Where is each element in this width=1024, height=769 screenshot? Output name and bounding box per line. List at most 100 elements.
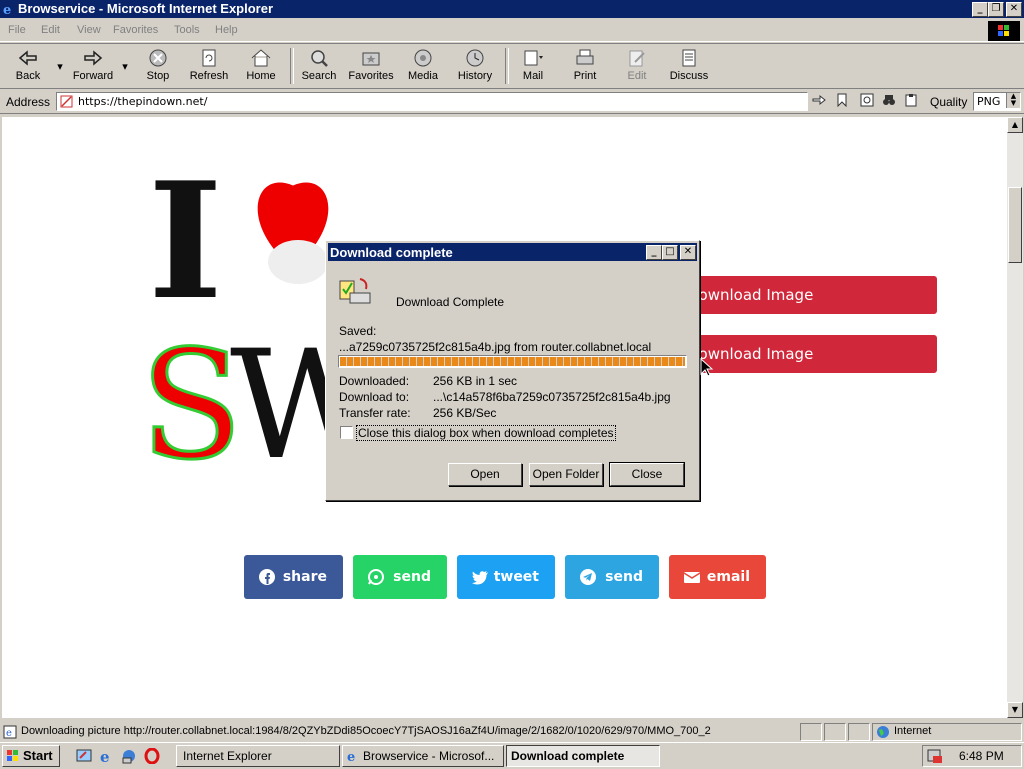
quality-select[interactable]: PNG ▲ ▼ (973, 92, 1021, 111)
svg-text:e: e (6, 728, 12, 739)
address-label: Address (6, 95, 51, 109)
back-button[interactable]: Back (8, 46, 48, 86)
open-folder-button[interactable]: Open Folder (529, 463, 603, 486)
menu-tools[interactable]: Tools (174, 24, 200, 36)
svg-text:I: I (148, 157, 223, 335)
refresh-icon (202, 49, 216, 67)
status-bar: e Downloading picture http://router.coll… (0, 722, 1024, 742)
taskbar-item-download[interactable]: Download complete (506, 745, 660, 767)
history-button[interactable]: History (454, 46, 496, 86)
network-quicklaunch-icon[interactable] (121, 748, 137, 764)
tray-app-icon[interactable] (927, 748, 943, 764)
svg-text:e: e (347, 750, 355, 763)
back-dropdown[interactable]: ▾ (55, 46, 65, 86)
download-progress-bar (338, 355, 687, 368)
close-when-done-label[interactable]: Close this dialog box when download comp… (356, 425, 616, 441)
print-button[interactable]: Print (566, 46, 604, 86)
scroll-thumb[interactable] (1008, 187, 1022, 263)
quality-spinner[interactable]: ▲ ▼ (1006, 93, 1020, 108)
history-icon (466, 49, 484, 67)
clipboard-icon[interactable] (904, 93, 918, 107)
page-icon (60, 95, 73, 108)
search-button[interactable]: Search (298, 46, 340, 86)
home-button[interactable]: Home (242, 46, 280, 86)
bookmark-icon[interactable] (835, 93, 849, 107)
dialog-title-bar[interactable]: Download complete _ □ ✕ (328, 243, 697, 261)
stop-button[interactable]: Stop (140, 46, 176, 86)
download-image-button-1[interactable]: Download Image (667, 276, 937, 314)
vertical-scrollbar[interactable]: ▲ ▼ (1007, 117, 1023, 718)
refresh-button[interactable]: Refresh (186, 46, 232, 86)
mail-button[interactable]: Mail (514, 46, 552, 86)
forward-dropdown[interactable]: ▾ (120, 46, 130, 86)
close-button[interactable]: Close (609, 462, 685, 487)
minimize-button[interactable]: _ (972, 2, 988, 17)
dialog-close-x-button[interactable]: ✕ (680, 245, 696, 260)
download-complete-icon (339, 278, 371, 304)
favorites-button[interactable]: Favorites (346, 46, 396, 86)
find-binoculars-icon[interactable] (882, 93, 896, 107)
zone-pane: Internet (872, 723, 1022, 741)
close-when-done-checkbox[interactable] (340, 426, 353, 439)
discuss-button[interactable]: Discuss (668, 46, 710, 86)
envelope-icon (683, 572, 701, 583)
back-arrow-icon (18, 50, 37, 66)
media-button[interactable]: Media (404, 46, 442, 86)
scroll-up-button[interactable]: ▲ (1007, 117, 1023, 133)
restore-button[interactable]: ❐ (988, 2, 1004, 17)
menu-file[interactable]: File (8, 24, 26, 36)
menu-help[interactable]: Help (215, 24, 238, 36)
standard-toolbar: Back ▾ Forward ▾ Stop Refresh Home Searc… (0, 43, 1024, 89)
whatsapp-send-button[interactable]: send (353, 555, 447, 599)
opera-quicklaunch-icon[interactable] (144, 748, 160, 764)
zoom-page-icon[interactable] (860, 93, 874, 107)
menu-edit[interactable]: Edit (41, 24, 60, 36)
progress-fill (340, 357, 685, 366)
taskbar-item-ie[interactable]: Internet Explorer (176, 745, 340, 767)
telegram-icon (580, 569, 596, 585)
download-to-value: ...\c14a578f6ba7259c0735725f2c815a4b.jpg (433, 390, 671, 404)
open-button[interactable]: Open (448, 463, 522, 486)
edit-button[interactable]: Edit (618, 46, 656, 86)
printer-icon (576, 49, 594, 65)
svg-text:W: W (230, 319, 338, 477)
go-arrow-icon[interactable] (812, 93, 826, 107)
title-bar[interactable]: e Browservice - Microsoft Internet Explo… (0, 0, 1024, 18)
menu-favorites[interactable]: Favorites (113, 24, 158, 36)
forward-button[interactable]: Forward (70, 46, 116, 86)
favorites-icon (362, 52, 380, 66)
facebook-share-button[interactable]: share (244, 555, 343, 599)
dialog-maximize-button[interactable]: □ (662, 245, 678, 260)
clock[interactable]: 6:48 PM (959, 749, 1004, 763)
download-complete-dialog: Download complete _ □ ✕ Download Complet… (325, 240, 700, 501)
status-message: Downloading picture http://router.collab… (21, 725, 711, 737)
close-window-button[interactable]: ✕ (1006, 2, 1022, 17)
whatsapp-icon (368, 569, 384, 585)
svg-text:e: e (3, 3, 11, 16)
address-input[interactable]: https://thepindown.net/ (56, 92, 808, 111)
home-icon (251, 49, 271, 67)
status-pane (848, 723, 870, 741)
twitter-icon (472, 571, 488, 585)
ie-logo-icon: e (3, 3, 11, 16)
ie-quicklaunch-icon[interactable]: e (98, 748, 114, 764)
start-button[interactable]: Start (2, 745, 60, 767)
scroll-down-button[interactable]: ▼ (1007, 702, 1023, 718)
i-love-swag-logo: I S W (139, 157, 339, 477)
menu-view[interactable]: View (77, 24, 101, 36)
downloaded-value: 256 KB in 1 sec (433, 374, 518, 388)
taskbar-item-browservice[interactable]: e Browservice - Microsof... (342, 745, 504, 767)
page-loading-icon: e (3, 725, 17, 739)
taskbar: Start e Internet Explorer e Browservice … (0, 742, 1024, 769)
telegram-send-button[interactable]: send (565, 555, 659, 599)
twitter-tweet-button[interactable]: tweet (457, 555, 555, 599)
show-desktop-icon[interactable] (76, 748, 92, 764)
email-share-button[interactable]: email (669, 555, 766, 599)
edit-icon (629, 50, 645, 67)
globe-icon (877, 726, 889, 738)
saved-value: ...a7259c0735725f2c815a4b.jpg from route… (339, 340, 652, 354)
dialog-heading: Download Complete (396, 295, 505, 309)
status-pane (800, 723, 822, 741)
dialog-minimize-button[interactable]: _ (646, 245, 662, 260)
forward-arrow-icon (84, 50, 103, 66)
